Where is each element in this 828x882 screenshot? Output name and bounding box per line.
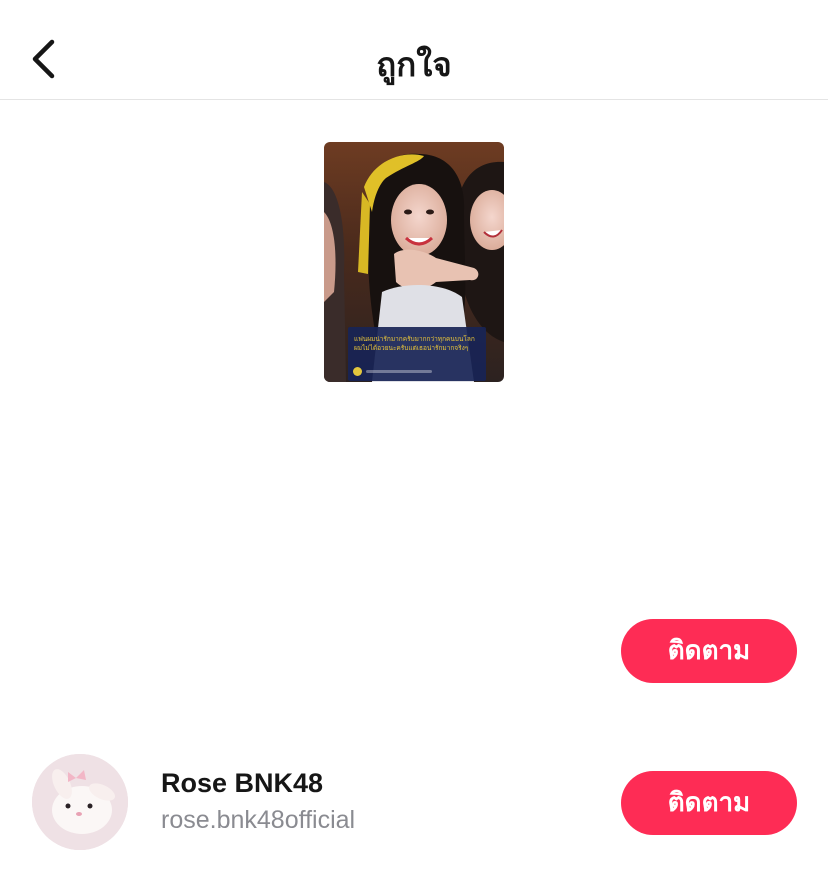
video-caption-line-1: แฟนผมน่ารักมากครับมากกว่าทุกคนบนโลก [354, 335, 475, 343]
follow-button[interactable]: ติดตาม [621, 619, 797, 683]
user-handle: rose.bnk48official [161, 806, 356, 834]
creator-meta-bar [366, 370, 432, 373]
avatar[interactable] [32, 754, 128, 850]
follow-button[interactable]: ติดตาม [621, 771, 797, 835]
bunny-avatar-icon [32, 754, 128, 850]
page-title: ถูกใจ [376, 45, 452, 84]
video-caption-box: แฟนผมน่ารักมากครับมากกว่าทุกคนบนโลก ผมไม… [348, 327, 486, 381]
top-bar: ถูกใจ [0, 0, 828, 100]
video-thumbnail[interactable]: แฟนผมน่ารักมากครับมากกว่าทุกคนบนโลก ผมไม… [324, 142, 504, 382]
user-name[interactable]: Rose BNK48 [161, 768, 323, 799]
video-caption-meta [353, 367, 432, 376]
video-caption-line-2: ผมไม่ได้อวยนะครับแต่เธอน่ารักมากจริงๆ [354, 344, 469, 352]
creator-avatar-icon [353, 367, 362, 376]
